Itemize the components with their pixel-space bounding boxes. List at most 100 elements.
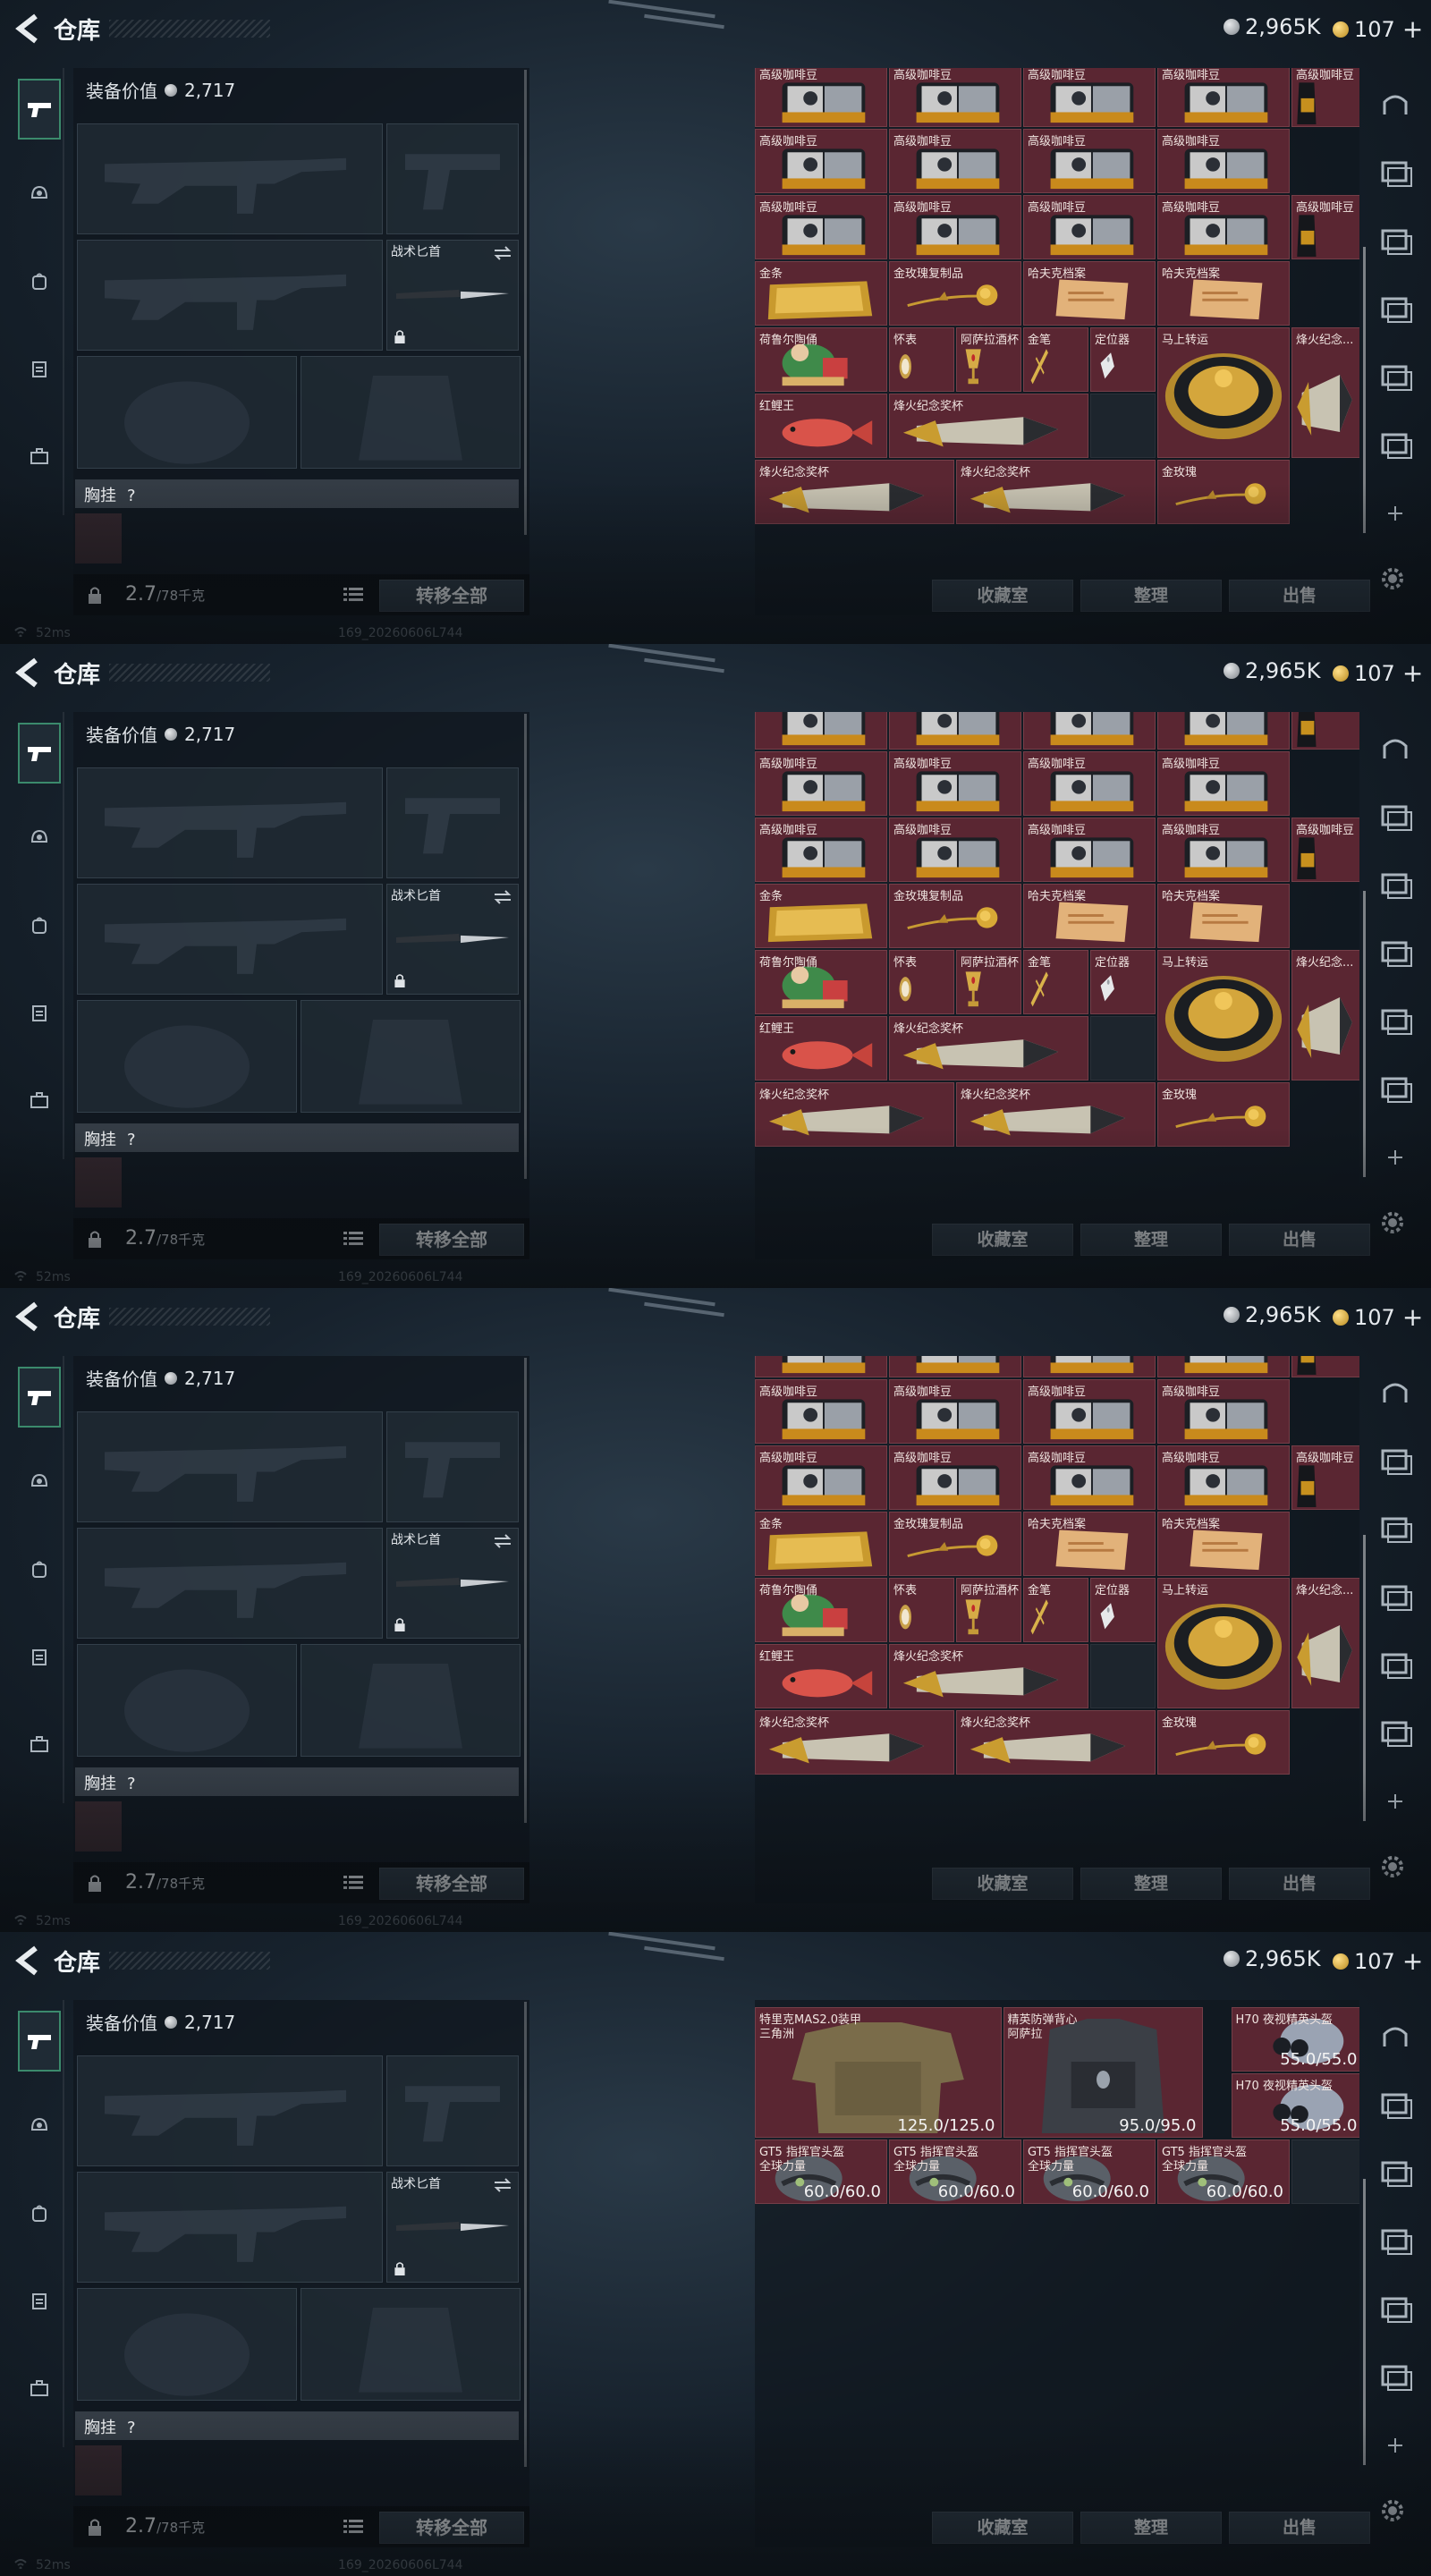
pistol-slot[interactable] xyxy=(386,1411,519,1522)
inventory-item[interactable]: 烽火纪念... xyxy=(1291,950,1359,1080)
list-icon[interactable] xyxy=(343,587,363,603)
equipment-scrollbar[interactable] xyxy=(524,1358,527,1823)
transfer-all-button[interactable]: 转移全部 xyxy=(379,1224,524,1256)
inventory-item[interactable]: 高级咖啡豆 xyxy=(1291,818,1359,882)
inventory-item[interactable]: 高级咖啡豆 xyxy=(889,195,1021,259)
clipboard-category-icon[interactable] xyxy=(18,984,61,1041)
helmet-category-icon[interactable] xyxy=(18,2097,61,2154)
gun-category-icon[interactable] xyxy=(18,2011,61,2072)
chest-rig-slot[interactable] xyxy=(75,513,122,564)
sort-button[interactable]: 整理 xyxy=(1080,1224,1222,1256)
inventory-item[interactable]: 精英防弹背心 阿萨拉 95.0/95.0 xyxy=(1003,2007,1203,2138)
inventory-item[interactable]: 高级咖啡豆 xyxy=(755,1356,887,1377)
helmet-slot[interactable] xyxy=(77,2288,297,2401)
inventory-item[interactable]: 红鲤王 xyxy=(755,1644,887,1708)
inventory-item[interactable]: 高级咖啡豆 xyxy=(1157,195,1290,259)
inventory-item[interactable]: 高级咖啡豆 xyxy=(1157,712,1290,750)
inventory-item[interactable]: 烽火纪念奖杯 xyxy=(889,394,1088,458)
backpack-category-icon[interactable] xyxy=(18,896,61,953)
inventory-item[interactable]: 马上转运 xyxy=(1157,1578,1290,1708)
settings-gear-icon[interactable] xyxy=(1377,1852,1408,1882)
grid-scrollbar[interactable] xyxy=(1363,891,1366,1177)
inventory-item[interactable]: 金笔 xyxy=(1023,1578,1088,1642)
melee-slot[interactable]: 战术匕首 xyxy=(386,884,519,995)
storage-tab-icon[interactable] xyxy=(1377,800,1413,835)
add-gold-button[interactable]: + xyxy=(1402,1946,1423,1976)
add-storage-icon[interactable] xyxy=(1377,1784,1413,1819)
add-storage-icon[interactable] xyxy=(1377,496,1413,531)
storage-tab-icon[interactable] xyxy=(1377,2224,1413,2259)
primary-weapon-slot[interactable] xyxy=(77,2055,383,2166)
add-storage-icon[interactable] xyxy=(1377,1140,1413,1175)
inventory-item[interactable]: 高级咖啡豆 xyxy=(755,818,887,882)
inventory-item[interactable]: 高级咖啡豆 xyxy=(1157,751,1290,816)
inventory-item[interactable]: 阿萨拉酒杯 xyxy=(956,950,1021,1014)
storage-tab-icon[interactable] xyxy=(1377,156,1413,191)
inventory-item[interactable]: 高级咖啡豆 xyxy=(1157,818,1290,882)
inventory-item[interactable]: 金玫瑰 xyxy=(1157,1710,1290,1775)
inventory-item[interactable]: 哈夫克档案 xyxy=(1023,884,1156,948)
swap-icon[interactable] xyxy=(493,890,512,904)
backpack-category-icon[interactable] xyxy=(18,1540,61,1597)
helmet-category-icon[interactable] xyxy=(18,1453,61,1510)
armor-slot[interactable] xyxy=(301,356,521,469)
chest-rig-header[interactable]: 胸挂? xyxy=(75,479,519,508)
inventory-item[interactable]: 高级咖啡豆 xyxy=(1023,68,1156,127)
help-icon[interactable]: ? xyxy=(127,1775,136,1793)
inventory-item[interactable]: 高级咖啡豆 xyxy=(755,195,887,259)
inventory-item[interactable]: 怀表 xyxy=(889,1578,954,1642)
inventory-item[interactable]: 高级咖啡豆 xyxy=(1157,129,1290,193)
storage-tab-icon[interactable] xyxy=(1377,1716,1413,1751)
primary-weapon-slot[interactable] xyxy=(77,123,383,234)
inventory-item[interactable]: 红鲤王 xyxy=(755,394,887,458)
secondary-weapon-slot[interactable] xyxy=(77,1528,383,1639)
chest-rig-header[interactable]: 胸挂? xyxy=(75,1123,519,1152)
inventory-item[interactable]: 金玫瑰 xyxy=(1157,1082,1290,1147)
help-icon[interactable]: ? xyxy=(127,487,136,505)
secondary-weapon-slot[interactable] xyxy=(77,240,383,351)
inventory-item[interactable]: 高级咖啡豆 xyxy=(889,1379,1021,1444)
storage-tab-icon[interactable] xyxy=(1377,224,1413,259)
storage-base-icon[interactable] xyxy=(1377,2020,1413,2055)
storage-tab-icon[interactable] xyxy=(1377,936,1413,971)
inventory-item[interactable]: 金玫瑰复制品 xyxy=(889,884,1021,948)
inventory-item[interactable]: 高级咖啡豆 xyxy=(1023,1445,1156,1510)
silver-balance[interactable]: 2,965K xyxy=(1224,1946,1320,1971)
sort-button[interactable]: 整理 xyxy=(1080,2512,1222,2544)
inventory-item[interactable]: GT5 指挥官头盔 全球力量 60.0/60.0 xyxy=(889,2140,1021,2204)
inventory-item[interactable]: 高级咖啡豆 xyxy=(1291,195,1359,259)
inventory-item[interactable]: 高级咖啡豆 xyxy=(1157,1445,1290,1510)
collection-room-button[interactable]: 收藏室 xyxy=(932,1868,1073,1900)
collection-room-button[interactable]: 收藏室 xyxy=(932,580,1073,612)
sell-button[interactable]: 出售 xyxy=(1229,1224,1370,1256)
add-gold-button[interactable]: + xyxy=(1402,658,1423,688)
inventory-item[interactable]: GT5 指挥官头盔 全球力量 60.0/60.0 xyxy=(1023,2140,1156,2204)
gun-category-icon[interactable] xyxy=(18,79,61,140)
inventory-item[interactable]: 高级咖啡豆 xyxy=(755,129,887,193)
inventory-item[interactable]: 怀表 xyxy=(889,327,954,392)
case-category-icon[interactable] xyxy=(18,2360,61,2417)
inventory-item[interactable]: 哈夫克档案 xyxy=(1023,261,1156,326)
grid-scrollbar[interactable] xyxy=(1363,2179,1366,2465)
inventory-item[interactable]: 荷鲁尔陶俑 xyxy=(755,327,887,392)
clipboard-category-icon[interactable] xyxy=(18,340,61,397)
armor-slot[interactable] xyxy=(301,1000,521,1113)
inventory-item[interactable]: 高级咖啡豆 xyxy=(1023,129,1156,193)
inventory-item[interactable]: 金玫瑰复制品 xyxy=(889,1512,1021,1576)
inventory-item[interactable]: 烽火纪念奖杯 xyxy=(956,1710,1156,1775)
storage-tab-icon[interactable] xyxy=(1377,292,1413,327)
inventory-item[interactable]: 烽火纪念奖杯 xyxy=(755,1710,954,1775)
inventory-item[interactable]: 高级咖啡豆 xyxy=(1023,712,1156,750)
inventory-item[interactable]: 金条 xyxy=(755,261,887,326)
helmet-slot[interactable] xyxy=(77,1644,297,1757)
melee-slot[interactable]: 战术匕首 xyxy=(386,2172,519,2283)
inventory-item[interactable]: 定位器 xyxy=(1090,327,1156,392)
pistol-slot[interactable] xyxy=(386,2055,519,2166)
list-icon[interactable] xyxy=(343,1231,363,1247)
armor-slot[interactable] xyxy=(301,2288,521,2401)
storage-tab-icon[interactable] xyxy=(1377,1444,1413,1479)
inventory-item[interactable]: 高级咖啡豆 xyxy=(889,129,1021,193)
inventory-item[interactable]: 高级咖啡豆 xyxy=(889,1356,1021,1377)
case-category-icon[interactable] xyxy=(18,1716,61,1773)
back-arrow-icon[interactable] xyxy=(13,655,43,691)
